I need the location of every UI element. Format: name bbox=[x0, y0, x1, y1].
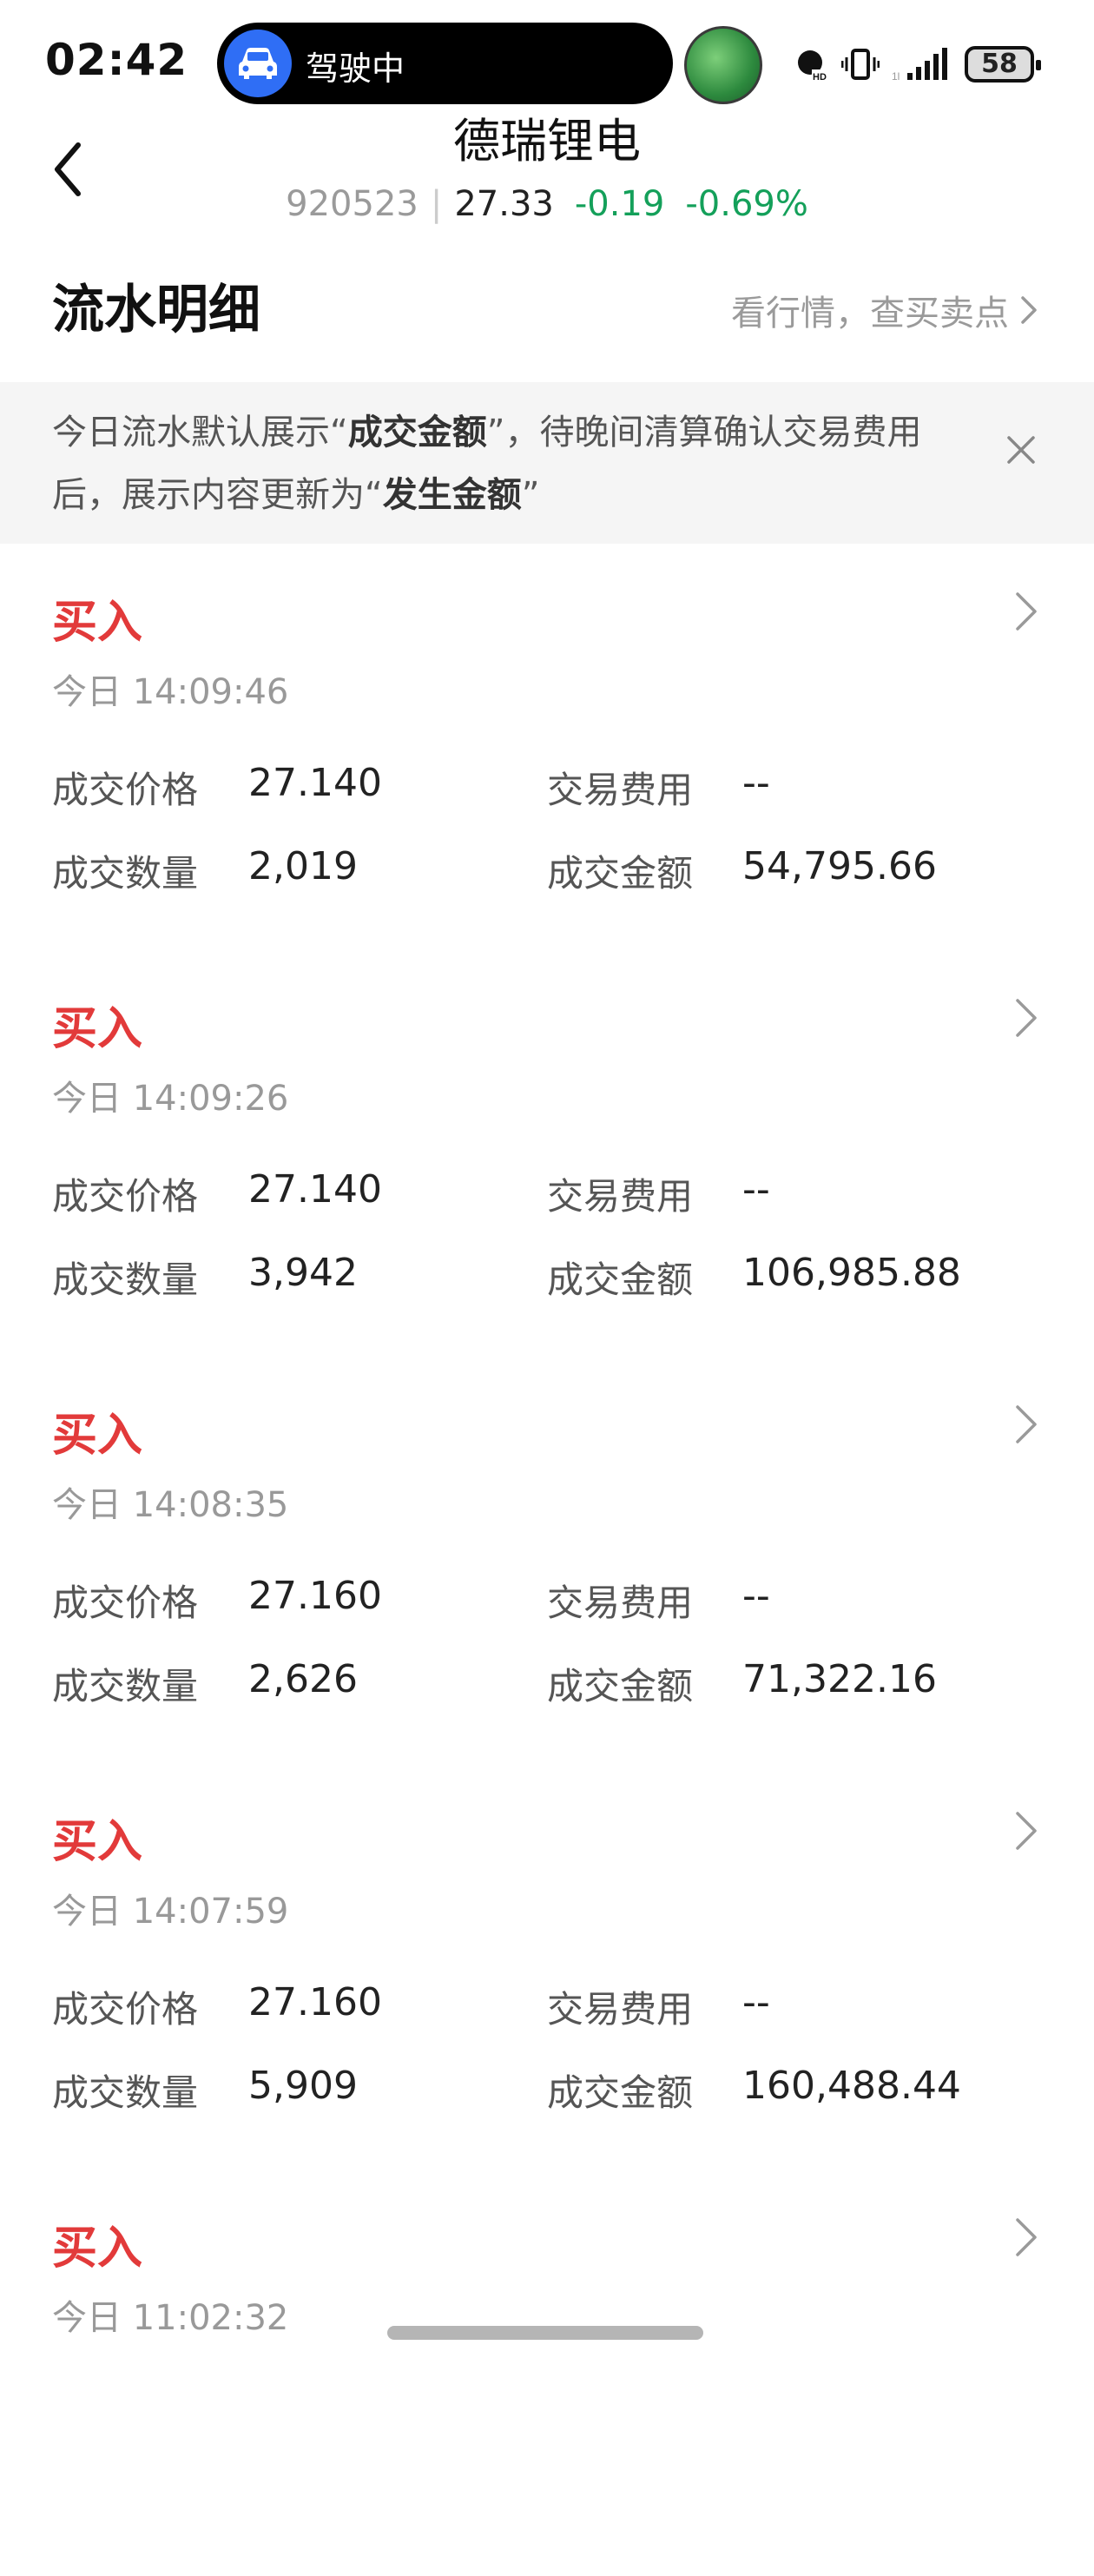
stock-name: 德瑞锂电 bbox=[453, 114, 641, 168]
page-title: 流水明细 bbox=[52, 280, 260, 340]
stock-quote: 920523 | 27.33 -0.19 -0.69% bbox=[0, 184, 1094, 224]
price-label: 成交价格 bbox=[52, 1175, 199, 1218]
amount-label: 成交金额 bbox=[547, 1258, 694, 1301]
quantity-value: 5,909 bbox=[248, 2064, 358, 2108]
quantity-label: 成交数量 bbox=[52, 1665, 199, 1707]
transaction-time: 今日 14:08:35 bbox=[52, 1485, 289, 1525]
car-icon bbox=[224, 30, 292, 97]
amount-label: 成交金额 bbox=[547, 852, 694, 895]
transaction-item[interactable]: 买入 今日 14:09:46 成交价格 27.140 交易费用 -- 成交数量 … bbox=[0, 544, 1094, 950]
fee-label: 交易费用 bbox=[547, 1175, 694, 1218]
fee-value: -- bbox=[742, 1574, 770, 1618]
price-change: -0.19 bbox=[574, 184, 665, 224]
amount-value: 106,985.88 bbox=[742, 1251, 961, 1295]
notice-text: 今日流水默认展示“成交金额”，待晚间清算确认交易费用后，展示内容更新为“发生金额… bbox=[52, 413, 922, 515]
chevron-right-icon bbox=[1016, 1405, 1037, 1443]
fee-label: 交易费用 bbox=[547, 769, 694, 811]
status-icons: HD 1l 58 bbox=[794, 40, 1041, 89]
avatar[interactable] bbox=[684, 26, 762, 104]
price-value: 27.160 bbox=[248, 1574, 382, 1618]
view-quote-link[interactable]: 看行情，查买卖点 bbox=[731, 285, 1040, 335]
transaction-type: 买入 bbox=[52, 2223, 143, 2275]
transaction-item[interactable]: 买入 今日 14:08:35 成交价格 27.160 交易费用 -- 成交数量 … bbox=[0, 1357, 1094, 1763]
section-header: 流水明细 看行情，查买卖点 bbox=[0, 228, 1094, 384]
price-label: 成交价格 bbox=[52, 769, 199, 811]
svg-text:1l: 1l bbox=[892, 70, 900, 83]
quantity-label: 成交数量 bbox=[52, 1258, 199, 1301]
transaction-time: 今日 14:09:46 bbox=[52, 672, 289, 712]
chevron-right-icon bbox=[1016, 1812, 1037, 1850]
fee-label: 交易费用 bbox=[547, 1582, 694, 1624]
quantity-label: 成交数量 bbox=[52, 2071, 199, 2114]
close-icon[interactable] bbox=[1002, 431, 1040, 469]
amount-value: 54,795.66 bbox=[742, 844, 937, 888]
fee-value: -- bbox=[742, 1980, 770, 2024]
amount-value: 160,488.44 bbox=[742, 2064, 961, 2108]
transaction-time: 今日 14:09:26 bbox=[52, 1079, 289, 1119]
quantity-label: 成交数量 bbox=[52, 852, 199, 895]
svg-text:HD: HD bbox=[813, 72, 827, 83]
status-time: 02:42 bbox=[45, 35, 188, 85]
fee-value: -- bbox=[742, 1167, 770, 1212]
driving-activity-pill[interactable]: 驾驶中 bbox=[217, 23, 673, 104]
battery-icon: 58 bbox=[965, 46, 1041, 83]
chevron-right-icon bbox=[1021, 296, 1037, 324]
signal-icon: 1l bbox=[892, 48, 947, 83]
price-value: 27.160 bbox=[248, 1980, 382, 2024]
quantity-value: 2,626 bbox=[248, 1657, 358, 1701]
fee-label: 交易费用 bbox=[547, 1988, 694, 2031]
chevron-right-icon bbox=[1016, 2218, 1037, 2256]
chevron-right-icon bbox=[1016, 592, 1037, 631]
price-label: 成交价格 bbox=[52, 1988, 199, 2031]
hd-call-icon: HD bbox=[798, 50, 829, 83]
amount-value: 71,322.16 bbox=[742, 1657, 937, 1701]
battery-level: 58 bbox=[981, 49, 1018, 79]
amount-label: 成交金额 bbox=[547, 2071, 694, 2114]
divider: | bbox=[430, 184, 443, 224]
activity-label: 驾驶中 bbox=[306, 50, 405, 88]
price-value: 27.140 bbox=[248, 761, 382, 805]
transaction-item[interactable]: 买入 今日 11:02:32 bbox=[0, 2170, 1094, 2576]
vibrate-icon bbox=[841, 49, 880, 80]
transaction-time: 今日 11:02:32 bbox=[52, 2298, 289, 2338]
transaction-item[interactable]: 买入 今日 14:09:26 成交价格 27.140 交易费用 -- 成交数量 … bbox=[0, 950, 1094, 1357]
stock-code: 920523 bbox=[286, 184, 418, 224]
chevron-right-icon bbox=[1016, 999, 1037, 1037]
fee-value: -- bbox=[742, 761, 770, 805]
quantity-value: 2,019 bbox=[248, 844, 358, 888]
transaction-list: 买入 今日 14:09:46 成交价格 27.140 交易费用 -- 成交数量 … bbox=[0, 544, 1094, 2576]
amount-label: 成交金额 bbox=[547, 1665, 694, 1707]
price-value: 27.140 bbox=[248, 1167, 382, 1212]
transaction-time: 今日 14:07:59 bbox=[52, 1892, 289, 1932]
transaction-type: 买入 bbox=[52, 1816, 143, 1868]
price-change-pct: -0.69% bbox=[685, 184, 808, 224]
notice-banner: 今日流水默认展示“成交金额”，待晚间清算确认交易费用后，展示内容更新为“发生金额… bbox=[0, 382, 1094, 544]
stock-price: 27.33 bbox=[454, 184, 554, 224]
transaction-type: 买入 bbox=[52, 1003, 143, 1055]
price-label: 成交价格 bbox=[52, 1582, 199, 1624]
home-indicator[interactable] bbox=[387, 2326, 703, 2340]
transaction-type: 买入 bbox=[52, 597, 143, 649]
view-quote-label: 看行情，查买卖点 bbox=[731, 294, 1009, 334]
transaction-type: 买入 bbox=[52, 1410, 143, 1462]
quantity-value: 3,942 bbox=[248, 1251, 358, 1295]
transaction-item[interactable]: 买入 今日 14:07:59 成交价格 27.160 交易费用 -- 成交数量 … bbox=[0, 1763, 1094, 2170]
